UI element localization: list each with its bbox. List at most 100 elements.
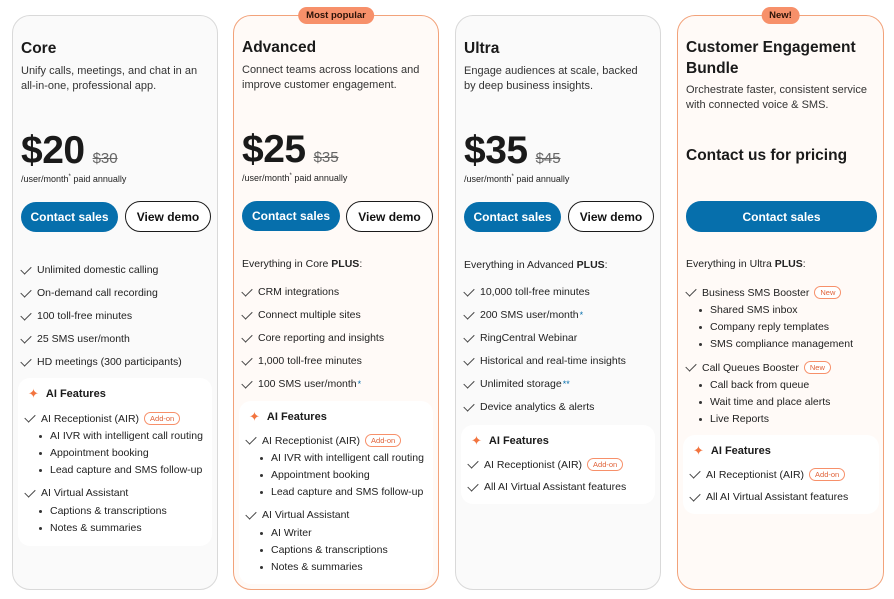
price: $35 (464, 129, 528, 172)
price-unit: /user/month* paid annually (21, 174, 127, 184)
feature-item: Call Queues Booster New (685, 360, 831, 374)
plan-card-advanced: Most popular Advanced Connect teams acro… (233, 7, 439, 590)
plan-name: Advanced (242, 39, 317, 56)
plan-card-customer-engagement-bundle: New! Customer Engagement Bundle Orchestr… (677, 7, 884, 590)
ai-features-box: ✦ AI Features AI Receptionist (AIR) Add-on… (461, 425, 655, 504)
feature-item: RingCentral Webinar (463, 330, 577, 344)
addon-badge: Add-on (144, 412, 181, 425)
plan-name: Core (21, 40, 57, 57)
ai-feature-item: All AI Virtual Assistant features (467, 479, 626, 493)
contact-pricing-text: Contact us for pricing (686, 147, 848, 164)
ai-feature-item: AI Virtual Assistant (245, 507, 349, 521)
check-icon (20, 308, 32, 321)
bullet-icon (699, 325, 702, 329)
plan-card-ultra: Ultra Engage audiences at scale, backed … (455, 15, 661, 590)
ai-sub-item: AI Writer (257, 527, 312, 539)
bullet-icon (260, 473, 263, 477)
ai-sub-item: Lead capture and SMS follow-up (257, 486, 423, 498)
plan-card-core: Core Unify calls, meetings, and chat in … (12, 15, 218, 590)
plan-description: Connect teams across locations and impro… (242, 64, 420, 91)
check-icon (245, 507, 257, 520)
price-unit: /user/month* paid annually (464, 174, 570, 184)
sub-feature-item: Shared SMS inbox (696, 304, 798, 316)
sub-feature-item: Wait time and place alerts (696, 396, 830, 408)
feature-item: 1,000 toll-free minutes (241, 353, 362, 367)
check-icon (463, 376, 475, 389)
bullet-icon (260, 456, 263, 460)
feature-item: 200 SMS user/month * (463, 307, 584, 321)
sparkle-icon: ✦ (28, 386, 39, 401)
ai-feature-item: All AI Virtual Assistant features (689, 489, 848, 503)
bullet-icon (699, 400, 702, 404)
check-icon (463, 399, 475, 412)
includes-text: Everything in Advanced PLUS: (464, 259, 608, 271)
ai-features-box: ✦ AI Features AI Receptionist (AIR) Add-on… (239, 401, 433, 584)
bullet-icon (699, 308, 702, 312)
ai-feature-item: AI Receptionist (AIR) Add-on (467, 457, 624, 471)
check-icon (20, 285, 32, 298)
sub-feature-item: Call back from queue (696, 379, 809, 391)
sub-feature-item: Company reply templates (696, 321, 829, 333)
bullet-icon (39, 468, 42, 472)
price-row: $20 $30 (21, 129, 118, 173)
footnote-marker: ** (562, 379, 570, 389)
ai-sub-item: Notes & summaries (36, 522, 142, 534)
bullet-icon (260, 490, 263, 494)
sparkle-icon: ✦ (471, 433, 482, 448)
contact-sales-button[interactable]: Contact sales (21, 202, 118, 232)
feature-item: 100 SMS user/month * (241, 376, 361, 390)
price-row: $35 $45 (464, 129, 561, 173)
check-icon (689, 489, 701, 502)
footnote-marker: * (579, 310, 584, 320)
check-icon (463, 284, 475, 297)
bullet-icon (699, 342, 702, 346)
addon-badge: Add-on (365, 434, 402, 447)
ai-sub-item: Notes & summaries (257, 561, 363, 573)
ai-features-heading: ✦ AI Features (249, 409, 327, 424)
bullet-icon (39, 509, 42, 513)
bullet-icon (39, 434, 42, 438)
contact-sales-button[interactable]: Contact sales (464, 202, 561, 232)
check-icon (241, 330, 253, 343)
ai-features-heading: ✦ AI Features (693, 443, 771, 458)
price-unit: /user/month* paid annually (242, 173, 348, 183)
bullet-icon (260, 565, 263, 569)
contact-sales-button[interactable]: Contact sales (242, 201, 340, 231)
ai-features-box: ✦ AI Features AI Receptionist (AIR) Add-on… (18, 378, 212, 546)
ai-feature-item: AI Receptionist (AIR) Add-on (24, 411, 181, 425)
sparkle-icon: ✦ (693, 443, 704, 458)
bullet-icon (699, 417, 702, 421)
ai-sub-item: AI IVR with intelligent call routing (36, 430, 203, 442)
check-icon (20, 262, 32, 275)
view-demo-button[interactable]: View demo (125, 201, 211, 232)
feature-item: Unlimited domestic calling (20, 262, 158, 276)
ai-sub-item: Captions & transcriptions (36, 505, 167, 517)
addon-badge: Add-on (809, 468, 846, 481)
includes-text: Everything in Core PLUS: (242, 258, 363, 270)
check-icon (685, 285, 697, 297)
ai-feature-item: AI Receptionist (AIR) Add-on (689, 467, 846, 481)
plan-name: Ultra (464, 40, 500, 57)
old-price: $45 (535, 150, 561, 167)
feature-item: CRM integrations (241, 284, 339, 298)
view-demo-button[interactable]: View demo (568, 201, 654, 232)
feature-item: Historical and real-time insights (463, 353, 626, 367)
check-icon (467, 457, 479, 469)
ai-sub-item: AI IVR with intelligent call routing (257, 452, 424, 464)
bullet-icon (699, 383, 702, 387)
feature-item: Device analytics & alerts (463, 399, 594, 413)
feature-item: 25 SMS user/month (20, 331, 130, 345)
contact-sales-button[interactable]: Contact sales (686, 201, 877, 232)
check-icon (24, 485, 36, 498)
ai-sub-item: Lead capture and SMS follow-up (36, 464, 202, 476)
price: $25 (242, 128, 306, 171)
feature-item: 100 toll-free minutes (20, 308, 132, 322)
feature-item: Business SMS Booster New (685, 285, 842, 299)
price-row: $25 $35 (242, 128, 339, 172)
check-icon (20, 354, 32, 367)
bullet-icon (260, 548, 263, 552)
view-demo-button[interactable]: View demo (346, 201, 433, 232)
plan-description: Unify calls, meetings, and chat in an al… (21, 65, 198, 92)
feature-item: 10,000 toll-free minutes (463, 284, 590, 298)
feature-item: On-demand call recording (20, 285, 158, 299)
